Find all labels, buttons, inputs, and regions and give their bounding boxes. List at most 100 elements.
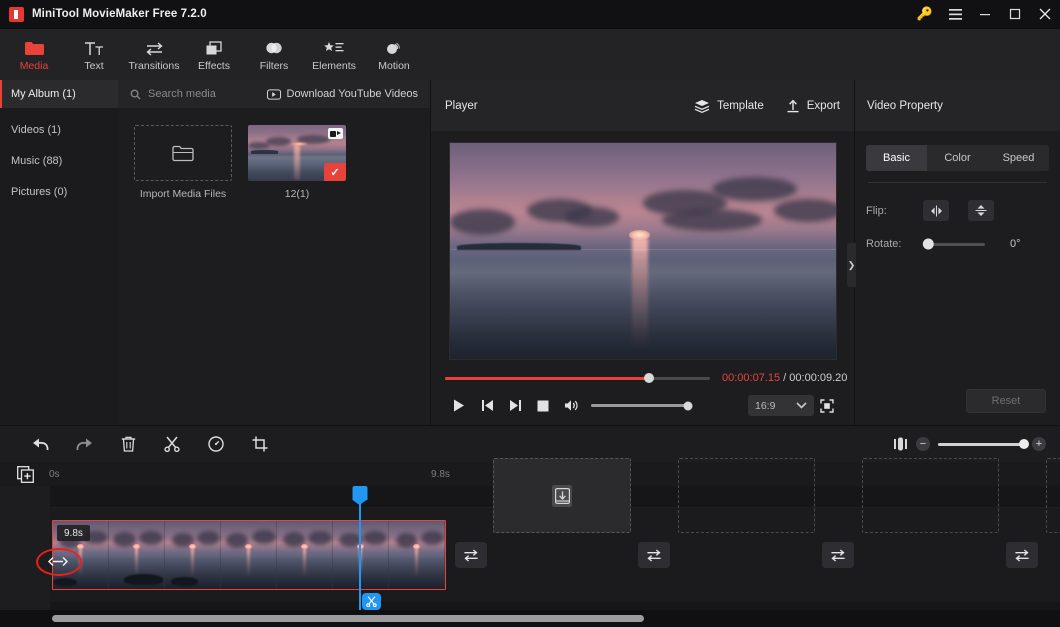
property-body: Basic Color Speed Flip: Rotate: 0° (855, 131, 1060, 377)
rotate-handle[interactable] (922, 238, 934, 250)
transition-slot-1[interactable] (455, 542, 487, 568)
download-youtube-button[interactable]: Download YouTube Videos (266, 80, 431, 108)
volume-icon (564, 400, 578, 411)
import-media-dropzone[interactable] (134, 125, 232, 181)
fit-timeline-button[interactable] (893, 437, 908, 451)
nav-item-videos[interactable]: Videos (1) (0, 114, 118, 145)
tab-media-label: Media (19, 60, 49, 72)
folder-import-icon (172, 145, 194, 161)
template-button[interactable]: Template (694, 99, 764, 113)
video-preview[interactable] (448, 141, 837, 360)
panel-collapse-toggle[interactable]: ❯ (847, 243, 856, 287)
my-album-tab[interactable]: My Album (1) (0, 80, 118, 108)
player-controls: 00:00:07.15 / 00:00:09.20 16:9 (431, 363, 854, 425)
flip-label: Flip: (866, 204, 887, 217)
scrollbar-thumb[interactable] (52, 615, 644, 622)
volume-slider[interactable] (591, 401, 693, 410)
transition-slot-2[interactable] (638, 542, 670, 568)
previous-frame-button[interactable] (473, 396, 501, 416)
import-media-cell[interactable]: Import Media Files (134, 125, 232, 200)
transition-slot-4[interactable] (1006, 542, 1038, 568)
zoom-in-button[interactable]: + (1032, 437, 1046, 451)
tab-motion[interactable]: Motion (364, 29, 424, 80)
fullscreen-button[interactable] (814, 395, 840, 416)
media-placeholder-slot-3[interactable] (862, 458, 999, 533)
playhead-handle[interactable] (352, 486, 368, 505)
seek-handle[interactable] (644, 373, 655, 383)
maximize-button[interactable] (1000, 0, 1030, 29)
tab-effects[interactable]: Effects (184, 29, 244, 80)
media-grid: Import Media Files ✓ 12(1) (118, 108, 430, 425)
tab-color[interactable]: Color (927, 145, 988, 171)
template-layers-icon (694, 99, 710, 113)
volume-handle[interactable] (683, 401, 693, 410)
tab-transitions-label: Transitions (128, 60, 180, 72)
island-shape (457, 242, 581, 251)
tab-transitions[interactable]: Transitions (124, 29, 184, 80)
play-button[interactable] (445, 396, 473, 416)
timecode-display: 00:00:07.15 / 00:00:09.20 (722, 372, 847, 384)
ruler-tick-start: 0s (49, 469, 60, 480)
undo-button[interactable] (18, 431, 62, 457)
add-media-button[interactable] (0, 465, 50, 483)
property-header: Video Property (855, 80, 1060, 131)
transition-slot-3[interactable] (822, 542, 854, 568)
tab-text-label: Text (84, 60, 104, 72)
crop-button[interactable] (238, 431, 282, 457)
tab-text[interactable]: Text (64, 29, 124, 80)
media-panel: My Album (1) Search media Download YouTu… (0, 80, 430, 425)
redo-button[interactable] (62, 431, 106, 457)
nav-item-music[interactable]: Music (88) (0, 145, 118, 176)
flip-vertical-icon (975, 205, 987, 216)
timeline-video-clip[interactable]: 9.8s (52, 520, 446, 590)
split-button[interactable] (150, 431, 194, 457)
nav-item-pictures[interactable]: Pictures (0) (0, 176, 118, 207)
minimize-button[interactable] (970, 0, 1000, 29)
transitions-icon (145, 39, 164, 56)
main-menu-button[interactable] (940, 0, 970, 29)
scissors-icon (366, 596, 377, 607)
reset-label: Reset (991, 395, 1021, 407)
tab-speed[interactable]: Speed (988, 145, 1049, 171)
rock-shape (170, 576, 199, 586)
split-at-playhead-button[interactable] (362, 593, 381, 610)
tab-filters[interactable]: Filters (244, 29, 304, 80)
stop-button[interactable] (529, 396, 557, 416)
media-thumbnail[interactable]: ✓ (248, 125, 346, 181)
delete-button[interactable] (106, 431, 150, 457)
close-button[interactable] (1030, 0, 1060, 29)
player-panel: Player Template Export 00:00:07.15 / 00:… (430, 80, 854, 425)
media-item-cell[interactable]: ✓ 12(1) (248, 125, 346, 200)
aspect-ratio-select[interactable]: 16:9 (748, 395, 814, 416)
zoom-handle[interactable] (1019, 439, 1029, 449)
tab-elements[interactable]: Elements (304, 29, 364, 80)
export-button[interactable]: Export (786, 99, 840, 113)
tab-media[interactable]: Media (4, 29, 64, 80)
timeline-horizontal-scrollbar[interactable] (0, 610, 1060, 627)
transition-arrows-icon (831, 549, 845, 561)
zoom-out-button[interactable]: − (916, 437, 930, 451)
next-frame-button[interactable] (501, 396, 529, 416)
rotate-slider[interactable] (922, 238, 985, 250)
reset-button[interactable]: Reset (966, 389, 1046, 413)
media-placeholder-slot-4[interactable] (1046, 458, 1060, 533)
volume-button[interactable] (557, 396, 585, 416)
play-icon (454, 399, 464, 412)
seek-slider[interactable] (445, 373, 710, 383)
flip-vertical-button[interactable] (968, 200, 994, 221)
selected-check-badge[interactable]: ✓ (324, 163, 346, 181)
current-time: 00:00:07.15 (722, 372, 781, 384)
timeline-toolbar: − + (0, 425, 1060, 462)
search-media-field[interactable]: Search media (118, 80, 267, 108)
zoom-slider[interactable] (938, 439, 1029, 449)
cloud-shape (661, 209, 763, 232)
media-placeholder-slot-1[interactable] (493, 458, 631, 533)
flip-horizontal-button[interactable] (923, 200, 949, 221)
property-tabs: Basic Color Speed (866, 145, 1049, 171)
speed-button[interactable] (194, 431, 238, 457)
import-media-label: Import Media Files (139, 188, 227, 200)
tab-basic[interactable]: Basic (866, 145, 927, 171)
license-key-button[interactable]: 🔑 (910, 0, 940, 29)
audio-track-lane[interactable] (50, 603, 1060, 610)
media-placeholder-slot-2[interactable] (678, 458, 815, 533)
